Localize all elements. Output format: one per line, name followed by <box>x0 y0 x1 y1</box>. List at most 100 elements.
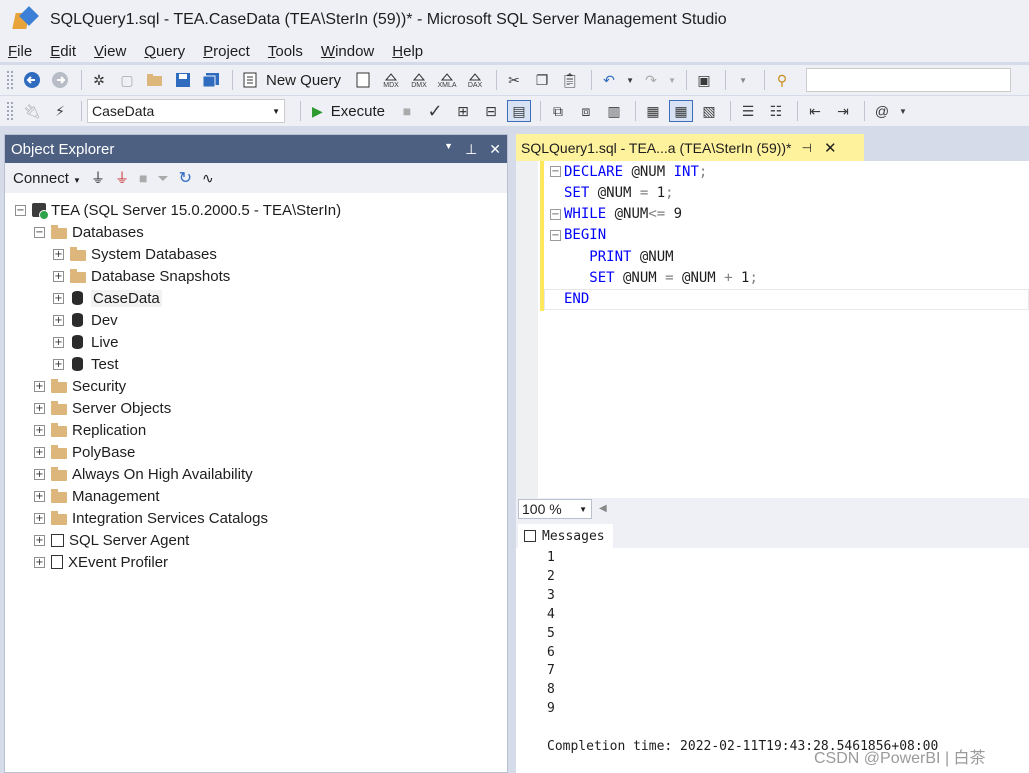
stop-icon[interactable]: ■ <box>139 170 147 186</box>
filter-icon[interactable]: ⏷ <box>157 170 168 187</box>
execute-icon[interactable]: ▶ <box>312 103 323 120</box>
expand-icon[interactable]: + <box>34 490 45 502</box>
menu-help[interactable]: Help <box>392 43 423 60</box>
save-icon[interactable] <box>171 69 195 91</box>
tree-node[interactable]: + Database Snapshots <box>53 265 230 287</box>
add-item-icon[interactable]: ▢ <box>115 69 139 91</box>
menu-tools[interactable]: Tools <box>268 43 303 60</box>
new-query-icon[interactable] <box>238 69 262 91</box>
expand-icon[interactable]: + <box>53 248 64 260</box>
refresh-icon[interactable]: ↻ <box>179 168 192 188</box>
toolbar-grip[interactable] <box>6 70 14 90</box>
activity-pulse-icon[interactable]: ∿ <box>202 170 214 187</box>
tree-node[interactable]: + Integration Services Catalogs <box>34 507 268 529</box>
forward-icon[interactable] <box>48 69 72 91</box>
tree-node[interactable]: − Databases <box>34 221 144 243</box>
redo-icon[interactable]: ↷ <box>639 69 663 91</box>
save-all-icon[interactable] <box>199 69 223 91</box>
tree-node[interactable]: + PolyBase <box>34 441 135 463</box>
code-line[interactable]: END <box>564 289 589 310</box>
code-line[interactable]: SET @NUM = @NUM + 1; <box>564 268 758 289</box>
redo-dropdown-icon[interactable]: ▼ <box>667 69 677 91</box>
client-statistics-icon[interactable]: ▥ <box>602 100 626 122</box>
open-file-icon[interactable] <box>143 69 167 91</box>
activity-monitor-icon[interactable]: ▣ <box>692 69 716 91</box>
query-editor[interactable]: DECLARE @NUM INT; SET @NUM = 1; WHILE @NUM… <box>516 161 1029 498</box>
menu-project[interactable]: Project <box>203 43 250 60</box>
execute-button[interactable]: Execute <box>331 103 385 120</box>
collapse-icon[interactable]: − <box>15 204 26 216</box>
tree-node[interactable]: + SQL Server Agent <box>34 529 189 551</box>
intellisense-toggle-icon[interactable]: ▤ <box>506 100 531 122</box>
fold-toggle-icon[interactable]: − <box>550 229 561 241</box>
expand-icon[interactable]: + <box>53 292 64 304</box>
connect-button[interactable]: Connect ▼ <box>13 170 81 187</box>
dmx-query-icon[interactable]: DMX <box>407 69 431 91</box>
tree-node[interactable]: + Management <box>34 485 160 507</box>
copy-icon[interactable]: ❐ <box>530 69 554 91</box>
xmla-query-icon[interactable]: XMLA <box>435 69 459 91</box>
available-databases-select[interactable]: CaseData ▼ <box>87 99 285 123</box>
tree-node[interactable]: + Replication <box>34 419 146 441</box>
tree-node[interactable]: + Always On High Availability <box>34 463 253 485</box>
decrease-indent-icon[interactable]: ⇤ <box>803 100 827 122</box>
find-icon[interactable]: ⚲ <box>770 69 794 91</box>
toolbar-overflow-icon[interactable]: ▼ <box>898 100 908 122</box>
increase-indent-icon[interactable]: ⇥ <box>831 100 855 122</box>
include-actual-plan-icon[interactable]: ⧉ <box>546 100 570 122</box>
code-line[interactable]: BEGIN <box>564 225 606 246</box>
expand-icon[interactable]: + <box>53 358 64 370</box>
scroll-left-icon[interactable]: ◀ <box>599 503 607 514</box>
disconnect-icon[interactable]: ⏚ <box>115 168 129 188</box>
results-to-text-icon[interactable]: ▦ <box>641 100 665 122</box>
menu-query[interactable]: Query <box>144 43 185 60</box>
window-position-icon[interactable]: ▼ <box>444 141 453 158</box>
tree-node[interactable]: + Test <box>53 353 119 375</box>
new-project-icon[interactable]: ✲ <box>87 69 111 91</box>
menu-view[interactable]: View <box>94 43 126 60</box>
tree-node[interactable]: − TEA (SQL Server 15.0.2000.5 - TEA\SterI… <box>15 199 341 221</box>
change-connection-icon[interactable]: ⚡︎ <box>48 100 72 122</box>
expand-icon[interactable]: + <box>34 446 45 458</box>
tree-node[interactable]: + Dev <box>53 309 118 331</box>
zoom-select[interactable]: 100 % ▼ <box>518 499 592 519</box>
pin-icon[interactable]: ⊥ <box>465 141 477 158</box>
find-input[interactable] <box>806 68 1012 92</box>
expand-icon[interactable]: + <box>34 424 45 436</box>
connect-icon[interactable]: 🔌︎ <box>20 100 44 122</box>
tree-node[interactable]: + Security <box>34 375 126 397</box>
expand-icon[interactable]: + <box>34 402 45 414</box>
paste-icon[interactable]: 📋︎ <box>558 69 582 91</box>
database-engine-query-icon[interactable] <box>351 69 375 91</box>
menu-edit[interactable]: Edit <box>50 43 76 60</box>
parse-icon[interactable]: ✓ <box>423 100 447 122</box>
expand-icon[interactable]: + <box>53 270 64 282</box>
expand-icon[interactable]: + <box>34 512 45 524</box>
fold-toggle-icon[interactable]: − <box>550 166 561 177</box>
expand-icon[interactable]: + <box>53 314 64 326</box>
new-query-button[interactable]: New Query <box>266 72 341 89</box>
back-icon[interactable] <box>20 69 44 91</box>
results-to-grid-icon[interactable]: ▦ <box>668 100 693 122</box>
display-estimated-plan-icon[interactable]: ⊞ <box>451 100 475 122</box>
cancel-query-icon[interactable]: ■ <box>395 100 419 122</box>
tree-node[interactable]: + XEvent Profiler <box>34 551 168 573</box>
mdx-query-icon[interactable]: MDX <box>379 69 403 91</box>
tree-node[interactable]: + Server Objects <box>34 397 171 419</box>
expand-icon[interactable]: + <box>34 468 45 480</box>
collapse-icon[interactable]: − <box>34 226 45 238</box>
expand-icon[interactable]: + <box>34 534 45 546</box>
uncomment-icon[interactable]: ☷ <box>764 100 788 122</box>
tree-node[interactable]: + CaseData <box>53 287 162 309</box>
expand-icon[interactable]: + <box>34 380 45 392</box>
comment-out-icon[interactable]: ☰ <box>736 100 760 122</box>
tree-node[interactable]: + Live <box>53 331 119 353</box>
code-line[interactable]: PRINT @NUM <box>564 246 673 267</box>
tab-pin-icon[interactable]: ⊣ <box>802 141 812 155</box>
fold-toggle-icon[interactable]: − <box>550 208 561 220</box>
tab-close-icon[interactable]: ✕ <box>824 139 837 157</box>
dax-query-icon[interactable]: DAX <box>463 69 487 91</box>
expand-icon[interactable]: + <box>34 556 45 568</box>
tab-messages[interactable]: Messages <box>518 524 613 548</box>
specify-template-values-icon[interactable]: @ <box>870 100 894 122</box>
